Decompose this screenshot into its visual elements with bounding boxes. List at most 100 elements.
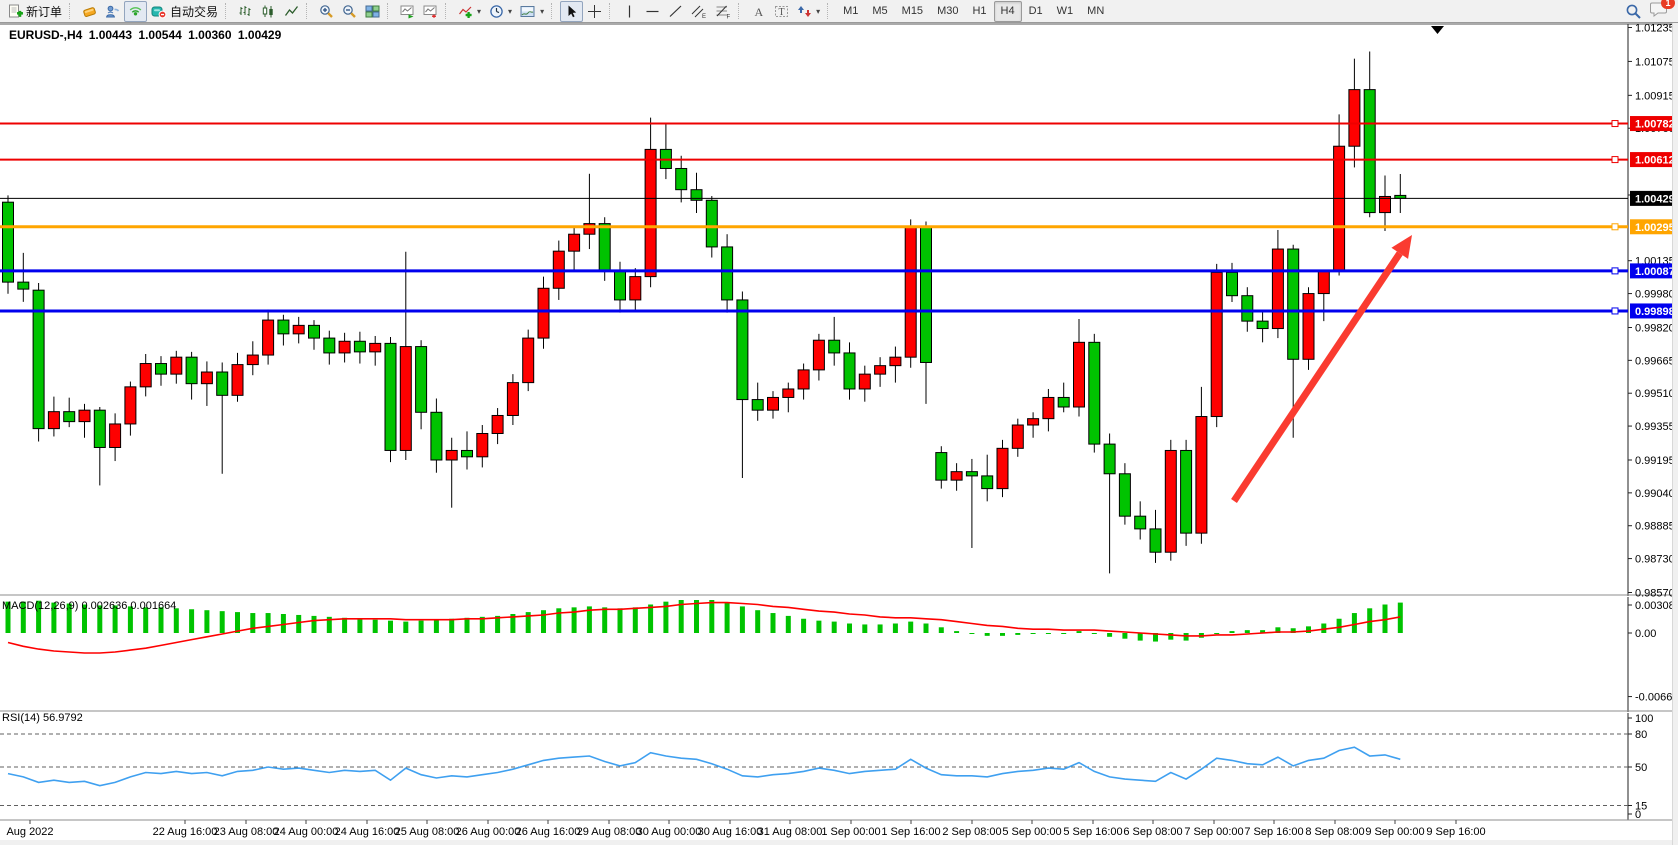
trend-line-button[interactable]	[664, 1, 687, 22]
vertical-line-button[interactable]	[618, 1, 641, 22]
tab-timeframe-m30[interactable]: M30	[930, 1, 965, 22]
svg-text:1.00295: 1.00295	[1635, 222, 1675, 234]
candlestick-icon	[261, 4, 276, 19]
chart-shift-icon	[423, 4, 438, 19]
arrows-button[interactable]: ▾	[793, 1, 824, 22]
price-tick: 1.01075	[1635, 56, 1675, 68]
svg-text:1.00612: 1.00612	[1635, 155, 1675, 167]
search-icon[interactable]	[1625, 3, 1642, 20]
chart-canvas[interactable]: 1.012351.010751.009151.007601.004451.001…	[0, 0, 1678, 845]
crosshair-button[interactable]	[583, 1, 606, 22]
chart-shift-button[interactable]	[419, 1, 442, 22]
periods-icon	[489, 4, 504, 19]
arrows-icon	[797, 4, 812, 19]
macd-indicator-label: MACD(12,26,9) 0.002636 0.001664	[2, 600, 176, 612]
templates-button[interactable]: ▾	[516, 1, 548, 22]
horizontal-line-button[interactable]	[641, 1, 664, 22]
navigator-button[interactable]	[101, 1, 124, 22]
signals-button[interactable]	[124, 1, 147, 22]
svg-text:E: E	[702, 14, 706, 19]
time-axis-label: 23 Aug 08:00	[214, 826, 279, 838]
time-axis-label: 7 Sep 16:00	[1244, 826, 1303, 838]
fibonacci-button[interactable]: F	[711, 1, 735, 22]
time-axis-label: 22 Aug 16:00	[153, 826, 218, 838]
svg-text:1.00429: 1.00429	[1635, 193, 1675, 205]
candlestick-chart-button[interactable]	[257, 1, 280, 22]
indicators-button[interactable]: ▾	[454, 1, 485, 22]
price-tick: 1.00915	[1635, 90, 1675, 102]
ohlc-open: 1.00443	[89, 28, 132, 42]
auto-scroll-icon	[400, 4, 415, 19]
dropdown-caret: ▾	[816, 7, 820, 16]
bar-chart-icon	[238, 4, 253, 19]
toolbar-separator	[69, 3, 74, 19]
chat-button[interactable]: 1	[1650, 1, 1668, 22]
zoom-in-button[interactable]	[315, 1, 338, 22]
svg-text:1.00087: 1.00087	[1635, 266, 1675, 278]
tab-timeframe-m1[interactable]: M1	[836, 1, 865, 22]
chart-title: EURUSD-,H4 1.00443 1.00544 1.00360 1.004…	[9, 28, 284, 42]
macd-axis-tick: 0.00	[1635, 628, 1656, 640]
macd-values: 0.002636 0.001664	[81, 600, 176, 612]
tile-windows-button[interactable]	[361, 1, 384, 22]
time-axis-label: 30 Aug 16:00	[698, 826, 763, 838]
toolbar-separator	[387, 3, 392, 19]
tab-timeframe-h1[interactable]: H1	[965, 1, 993, 22]
price-tick: 0.99665	[1635, 355, 1675, 367]
autotrading-label: 自动交易	[170, 3, 218, 20]
tab-timeframe-mn[interactable]: MN	[1080, 1, 1111, 22]
time-axis-label: 9 Sep 00:00	[1365, 826, 1424, 838]
equidistant-channel-button[interactable]: E	[687, 1, 711, 22]
time-axis-label: 26 Aug 00:00	[456, 826, 521, 838]
new-order-button[interactable]: 新订单	[4, 1, 66, 22]
cursor-button[interactable]	[560, 1, 583, 22]
time-axis-label: 5 Sep 00:00	[1002, 826, 1061, 838]
text-label-button[interactable]: T	[770, 1, 793, 22]
quotes-button[interactable]	[78, 1, 101, 22]
templates-icon	[520, 4, 536, 19]
crosshair-icon	[587, 4, 602, 19]
svg-text:1.00782: 1.00782	[1635, 119, 1675, 131]
line-chart-button[interactable]	[280, 1, 303, 22]
text-button[interactable]: A	[747, 1, 770, 22]
rsi-axis-tick: 50	[1635, 762, 1647, 774]
toolbar-right-group: 1	[1625, 1, 1674, 22]
price-badge: 1.00087	[1630, 263, 1677, 278]
periods-button[interactable]: ▾	[485, 1, 516, 22]
time-axis-label: 29 Aug 08:00	[577, 826, 642, 838]
tab-timeframe-w1[interactable]: W1	[1050, 1, 1081, 22]
price-badge: 1.00782	[1630, 116, 1677, 131]
horizontal-line-icon	[645, 4, 660, 19]
toolbar-separator	[551, 3, 556, 19]
price-tick: 0.99820	[1635, 322, 1675, 334]
price-badge: 1.00612	[1630, 152, 1677, 167]
ohlc-close: 1.00429	[238, 28, 281, 42]
dropdown-caret: ▾	[508, 7, 512, 16]
tab-timeframe-d1[interactable]: D1	[1022, 1, 1050, 22]
new-order-label: 新订单	[26, 3, 62, 20]
rsi-axis-tick: 100	[1635, 713, 1653, 725]
window-edge	[1672, 22, 1678, 845]
price-badge: 1.00295	[1630, 219, 1677, 234]
equidistant-channel-icon: E	[691, 4, 707, 19]
price-badge: 0.99898	[1630, 303, 1677, 318]
autotrading-button[interactable]: 自动交易	[147, 1, 222, 22]
price-tick: 0.99510	[1635, 388, 1675, 400]
bar-chart-button[interactable]	[234, 1, 257, 22]
time-axis-label: 6 Sep 08:00	[1123, 826, 1182, 838]
mt4-window: 新订单 自动交易	[0, 0, 1678, 845]
time-axis-label: 30 Aug 00:00	[637, 826, 702, 838]
tab-timeframe-m15[interactable]: M15	[895, 1, 930, 22]
price-tick: 0.99980	[1635, 289, 1675, 301]
svg-text:T: T	[779, 7, 785, 18]
rsi-name: RSI(14)	[2, 712, 40, 724]
rsi-axis-tick: 0	[1635, 809, 1641, 821]
tab-timeframe-h4[interactable]: H4	[994, 1, 1022, 22]
indicators-icon	[458, 4, 473, 19]
tab-timeframe-m5[interactable]: M5	[865, 1, 894, 22]
auto-scroll-button[interactable]	[396, 1, 419, 22]
price-tick: 0.99040	[1635, 488, 1675, 500]
price-tick: 0.98885	[1635, 521, 1675, 533]
zoom-out-button[interactable]	[338, 1, 361, 22]
signals-icon	[128, 4, 143, 19]
